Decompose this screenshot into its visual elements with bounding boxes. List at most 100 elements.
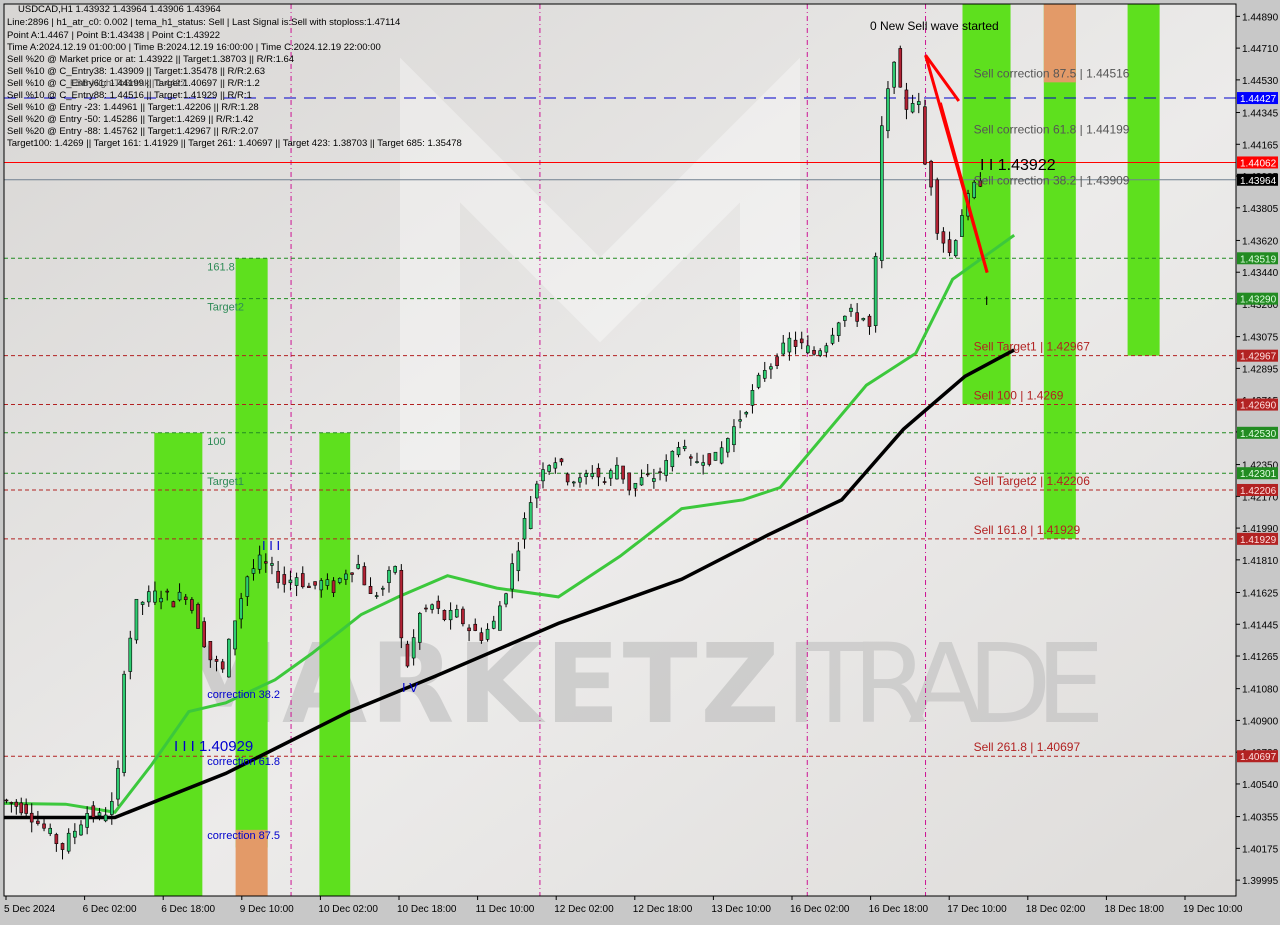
candle-body: [726, 438, 729, 452]
price-tag-label: 1.42690: [1240, 401, 1277, 412]
candle-body: [178, 592, 181, 600]
candle-body: [671, 451, 674, 466]
candle-body: [628, 473, 631, 490]
candle-body: [554, 463, 557, 468]
y-tick-label: 1.43620: [1242, 236, 1279, 247]
candle-body: [529, 503, 532, 529]
x-tick-label: 12 Dec 02:00: [554, 904, 614, 915]
candle-body: [412, 638, 415, 658]
x-tick-label: 18 Dec 02:00: [1026, 904, 1086, 915]
annotation-wave-mark: I: [985, 294, 988, 308]
info-line: Sell %10 @ Entry -23: 1.44961 || Target:…: [7, 102, 259, 113]
candle-body: [197, 604, 200, 628]
candle-body: [800, 339, 803, 343]
candle-body: [689, 457, 692, 458]
x-tick-label: 13 Dec 10:00: [711, 904, 771, 915]
candle-body: [5, 800, 8, 801]
candle-body: [763, 370, 766, 378]
candle-body: [720, 448, 723, 463]
candle-body: [615, 465, 618, 479]
y-tick-label: 1.40175: [1242, 844, 1279, 855]
candle-body: [270, 564, 273, 566]
candle-body: [424, 608, 427, 609]
candle-body: [73, 831, 76, 837]
candle-body: [782, 343, 785, 354]
candle-body: [893, 62, 896, 87]
candle-body: [295, 578, 298, 586]
candle-body: [566, 474, 569, 482]
level-label: correction 61.8: [207, 756, 280, 768]
candle-body: [468, 628, 471, 631]
candle-body: [246, 577, 249, 597]
info-line: Point A:1.4467 | Point B:1.43438 | Point…: [7, 30, 220, 41]
candle-body: [578, 478, 581, 482]
level-label: Sell correction 38.2 | 1.43909: [974, 173, 1130, 187]
price-tag-label: 1.43290: [1240, 295, 1277, 306]
candle-body: [708, 454, 711, 465]
price-tag-label: 1.41929: [1240, 535, 1277, 546]
candle-body: [856, 313, 859, 322]
candle-body: [215, 659, 218, 661]
candle-body: [486, 629, 489, 639]
candle-body: [461, 609, 464, 624]
level-label: Sell 261.8 | 1.40697: [974, 740, 1081, 754]
candle-body: [301, 573, 304, 586]
candle-body: [930, 161, 933, 187]
candle-body: [702, 463, 705, 466]
candle-body: [769, 367, 772, 369]
candle-body: [886, 89, 889, 131]
chart-window: MARKETZITRADE Sell Entry -23.6 | 1.44961…: [0, 0, 1280, 920]
candle-body: [603, 482, 606, 483]
info-line: Sell %20 @ Market price or at: 1.43922 |…: [7, 54, 294, 65]
level-label: Sell 100 | 1.4269: [974, 389, 1064, 403]
level-label: Sell Target2 | 1.42206: [974, 474, 1091, 488]
candle-body: [406, 644, 409, 666]
candle-body: [283, 574, 286, 584]
info-line: Sell %10 @ C_Entry38: 1.43909 || Target:…: [7, 66, 265, 77]
y-tick-label: 1.44530: [1242, 76, 1279, 87]
candle-body: [535, 484, 538, 498]
candle-body: [523, 518, 526, 539]
y-tick-label: 1.44710: [1242, 44, 1279, 55]
chart-title: USDCAD,H1 1.43932 1.43964 1.43906 1.4396…: [18, 4, 221, 15]
candle-body: [449, 610, 452, 619]
info-line: Time A:2024.12.19 01:00:00 | Time B:2024…: [7, 42, 381, 53]
candle-body: [25, 804, 28, 813]
candle-body: [369, 586, 372, 593]
x-tick-label: 17 Dec 10:00: [947, 904, 1007, 915]
candle-body: [437, 601, 440, 608]
candle-body: [757, 375, 760, 387]
candle-body: [15, 802, 18, 806]
x-tick-label: 19 Dec 10:00: [1183, 904, 1243, 915]
y-tick-label: 1.41445: [1242, 620, 1279, 631]
candle-body: [739, 420, 742, 421]
candle-body: [394, 566, 397, 572]
candle-body: [258, 555, 261, 569]
candle-body: [110, 801, 113, 814]
candle-body: [227, 639, 230, 677]
candle-body: [696, 462, 699, 463]
candle-body: [147, 592, 150, 602]
candle-body: [492, 621, 495, 628]
candle-body: [652, 479, 655, 482]
candle-body: [240, 599, 243, 619]
candle-body: [388, 570, 391, 582]
candle-body: [104, 815, 107, 821]
y-tick-label: 1.39995: [1242, 876, 1279, 887]
candle-body: [788, 338, 791, 352]
candle-body: [153, 591, 156, 602]
candle-body: [560, 459, 563, 462]
candle-body: [880, 126, 883, 261]
target-zone: [1044, 4, 1076, 539]
target-zone: [319, 433, 350, 896]
candle-body: [86, 813, 89, 827]
info-line: Target100: 1.4269 || Target 161: 1.41929…: [7, 138, 462, 149]
candle-body: [751, 390, 754, 405]
x-tick-label: 6 Dec 02:00: [83, 904, 137, 915]
x-tick-label: 16 Dec 02:00: [790, 904, 850, 915]
y-tick-label: 1.43075: [1242, 333, 1279, 344]
y-tick-label: 1.41810: [1242, 556, 1279, 567]
candle-body: [665, 460, 668, 475]
candle-body: [326, 580, 329, 586]
candle-body: [948, 240, 951, 253]
